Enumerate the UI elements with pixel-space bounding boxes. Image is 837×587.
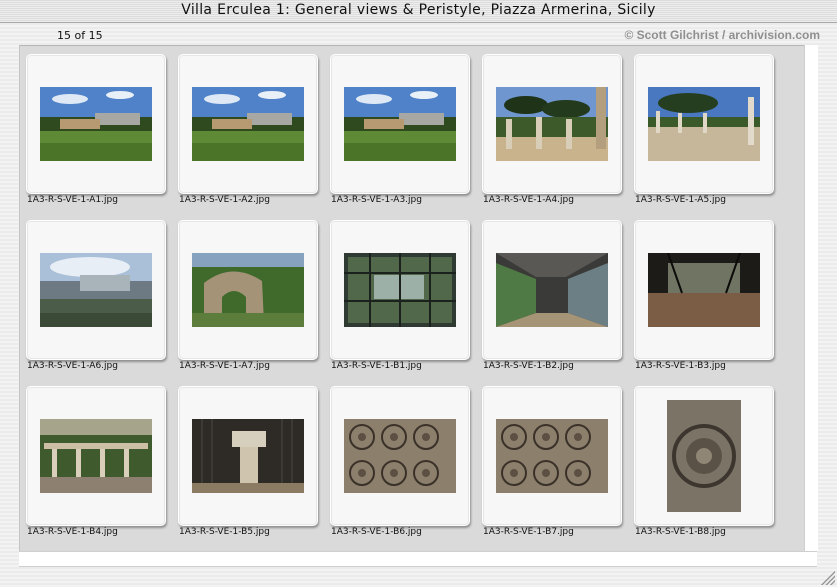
thumbnail-filename: 1A3-R-S-VE-1-A5.jpg xyxy=(635,195,726,205)
thumbnail-filename: 1A3-R-S-VE-1-B6.jpg xyxy=(331,527,422,537)
slide-frame[interactable] xyxy=(634,386,774,526)
thumbnail-panel: 1A3-R-S-VE-1-A1.jpg 1A3-R-S-VE-1-A2.jpg … xyxy=(19,45,805,552)
slide-frame[interactable] xyxy=(330,386,470,526)
slide-frame[interactable] xyxy=(482,54,622,194)
thumbnail-grid: 1A3-R-S-VE-1-A1.jpg 1A3-R-S-VE-1-A2.jpg … xyxy=(26,54,774,552)
thumbnail-filename: 1A3-R-S-VE-1-A2.jpg xyxy=(179,195,270,205)
thumbnail-item[interactable]: 1A3-R-S-VE-1-A6.jpg xyxy=(26,220,166,386)
thumbnail-image[interactable] xyxy=(192,253,304,327)
resize-grip-icon[interactable] xyxy=(821,571,835,585)
thumbnail-item[interactable]: 1A3-R-S-VE-1-B5.jpg xyxy=(178,386,318,552)
slide-frame[interactable] xyxy=(178,220,318,360)
thumbnail-item[interactable]: 1A3-R-S-VE-1-A4.jpg xyxy=(482,54,622,220)
thumbnail-item[interactable]: 1A3-R-S-VE-1-A7.jpg xyxy=(178,220,318,386)
slide-frame[interactable] xyxy=(482,386,622,526)
thumbnail-filename: 1A3-R-S-VE-1-A6.jpg xyxy=(27,361,118,371)
thumbnail-item[interactable]: 1A3-R-S-VE-1-B2.jpg xyxy=(482,220,622,386)
thumbnail-filename: 1A3-R-S-VE-1-B5.jpg xyxy=(179,527,270,537)
thumbnail-image[interactable] xyxy=(344,253,456,327)
thumbnail-filename: 1A3-R-S-VE-1-B3.jpg xyxy=(635,361,726,371)
copyright-notice: © Scott Gilchrist / archivision.com xyxy=(624,28,820,42)
thumbnail-item[interactable]: 1A3-R-S-VE-1-A1.jpg xyxy=(26,54,166,220)
thumbnail-item[interactable]: 1A3-R-S-VE-1-B3.jpg xyxy=(634,220,774,386)
thumbnail-image[interactable] xyxy=(40,87,152,161)
window-title: Villa Erculea 1: General views & Peristy… xyxy=(181,2,656,18)
vertical-scrollbar[interactable] xyxy=(804,45,818,551)
slide-frame[interactable] xyxy=(178,386,318,526)
slide-frame[interactable] xyxy=(634,54,774,194)
thumbnail-item[interactable]: 1A3-R-S-VE-1-B1.jpg xyxy=(330,220,470,386)
thumbnail-filename: 1A3-R-S-VE-1-A1.jpg xyxy=(27,195,118,205)
thumbnail-item[interactable]: 1A3-R-S-VE-1-A5.jpg xyxy=(634,54,774,220)
thumbnail-image[interactable] xyxy=(496,253,608,327)
thumbnail-filename: 1A3-R-S-VE-1-B4.jpg xyxy=(27,527,118,537)
thumbnail-item[interactable]: 1A3-R-S-VE-1-B6.jpg xyxy=(330,386,470,552)
slide-frame[interactable] xyxy=(330,54,470,194)
slide-frame[interactable] xyxy=(330,220,470,360)
thumbnail-image[interactable] xyxy=(648,87,760,161)
item-count: 15 of 15 xyxy=(57,29,103,42)
thumbnail-filename: 1A3-R-S-VE-1-B8.jpg xyxy=(635,527,726,537)
slide-frame[interactable] xyxy=(178,54,318,194)
thumbnail-item[interactable]: 1A3-R-S-VE-1-B4.jpg xyxy=(26,386,166,552)
thumbnail-image[interactable] xyxy=(667,400,741,512)
slide-frame[interactable] xyxy=(26,54,166,194)
slide-frame[interactable] xyxy=(26,386,166,526)
thumbnail-filename: 1A3-R-S-VE-1-A7.jpg xyxy=(179,361,270,371)
horizontal-scrollbar[interactable] xyxy=(19,551,817,567)
thumbnail-image[interactable] xyxy=(496,87,608,161)
thumbnail-item[interactable]: 1A3-R-S-VE-1-A2.jpg xyxy=(178,54,318,220)
thumbnail-image[interactable] xyxy=(344,419,456,493)
thumbnail-filename: 1A3-R-S-VE-1-B2.jpg xyxy=(483,361,574,371)
thumbnail-item[interactable]: 1A3-R-S-VE-1-B8.jpg xyxy=(634,386,774,552)
browser-window: Villa Erculea 1: General views & Peristy… xyxy=(0,0,837,587)
thumbnail-item[interactable]: 1A3-R-S-VE-1-A3.jpg xyxy=(330,54,470,220)
thumbnail-image[interactable] xyxy=(344,87,456,161)
thumbnail-filename: 1A3-R-S-VE-1-B7.jpg xyxy=(483,527,574,537)
thumbnail-image[interactable] xyxy=(192,87,304,161)
thumbnail-filename: 1A3-R-S-VE-1-B1.jpg xyxy=(331,361,422,371)
thumbnail-image[interactable] xyxy=(648,253,760,327)
thumbnail-image[interactable] xyxy=(192,419,304,493)
title-bar[interactable]: Villa Erculea 1: General views & Peristy… xyxy=(0,0,837,23)
thumbnail-item[interactable]: 1A3-R-S-VE-1-B7.jpg xyxy=(482,386,622,552)
slide-frame[interactable] xyxy=(482,220,622,360)
slide-frame[interactable] xyxy=(26,220,166,360)
thumbnail-image[interactable] xyxy=(496,419,608,493)
thumbnail-filename: 1A3-R-S-VE-1-A3.jpg xyxy=(331,195,422,205)
thumbnail-filename: 1A3-R-S-VE-1-A4.jpg xyxy=(483,195,574,205)
slide-frame[interactable] xyxy=(634,220,774,360)
thumbnail-image[interactable] xyxy=(40,419,152,493)
thumbnail-image[interactable] xyxy=(40,253,152,327)
